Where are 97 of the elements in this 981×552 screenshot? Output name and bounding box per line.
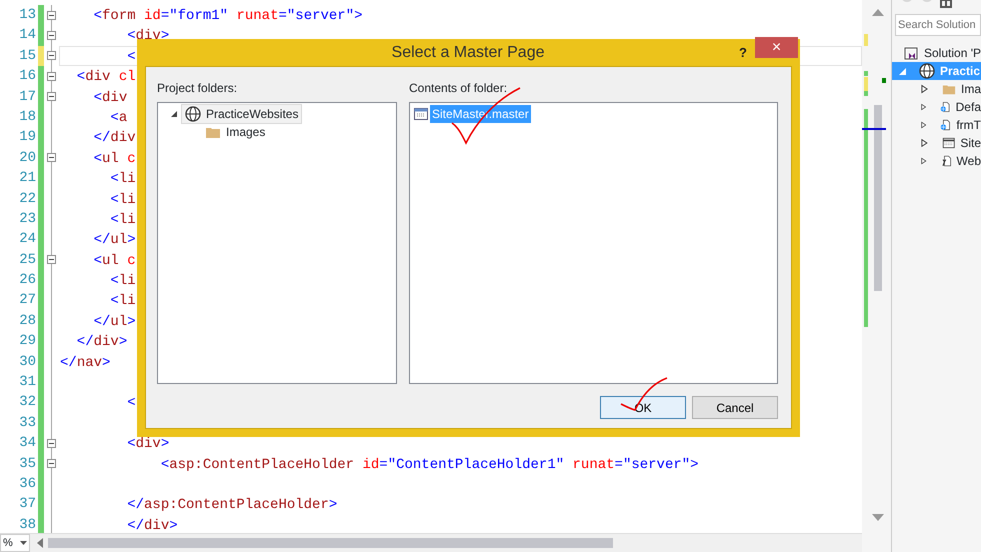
collapse-icon[interactable] [171,111,177,117]
line-number: 34 [18,434,36,454]
fold-icon[interactable] [46,51,56,60]
globe-icon [185,106,201,122]
tree-item[interactable]: Web [892,152,981,170]
expand-icon[interactable] [921,120,926,130]
globe-icon [919,63,935,79]
tree-item[interactable]: Ima [892,80,981,98]
code-line: <ul c [92,252,136,269]
line-number: 21 [18,169,36,188]
line-number: 32 [18,393,36,412]
code-line: </ul> [92,232,136,248]
error-marker [882,78,886,83]
tree-item[interactable]: Images [201,123,270,141]
wrench-page-icon [940,153,952,169]
line-number: 18 [18,108,36,127]
code-line: <li [109,192,136,208]
tree-item[interactable]: PracticeWebsites [181,104,302,124]
line-number: 17 [18,88,36,107]
line-number: 26 [18,271,36,290]
close-button[interactable]: × [755,37,798,58]
master-page-icon [414,108,428,120]
code-line: < [126,48,136,65]
fold-icon[interactable] [46,438,56,448]
line-number: 25 [18,250,36,270]
scroll-down-icon[interactable] [872,514,884,522]
line-number: 38 [18,516,36,533]
line-number: 15 [18,46,36,66]
caret-position-marker [862,128,886,130]
expand-icon[interactable] [921,84,928,94]
code-line: <li [109,212,136,228]
fold-icon[interactable] [46,72,56,81]
change-marker [864,34,868,46]
line-number: 16 [18,67,36,86]
code-line: <li [109,293,136,310]
code-line: <li [109,171,136,188]
line-number: 22 [18,190,36,209]
web-page-icon [940,99,951,115]
caret-icon [20,541,27,545]
code-line: </div> [126,518,178,533]
line-number: 31 [18,373,36,392]
code-line: </div [92,130,136,146]
code-line: <asp:ContentPlaceHolder id="ContentPlaceHolder1" runat="server"> [160,456,699,473]
scroll-left-icon[interactable] [36,538,44,548]
code-line: <div> [126,436,170,452]
code-line: <div> [126,28,170,44]
line-number: 28 [18,312,36,331]
line-number: 24 [18,230,36,250]
field-label: Contents of folder: [409,80,508,97]
expand-icon[interactable] [921,102,926,112]
search-field[interactable]: Search Solution [895,14,981,36]
line-number: 13 [18,6,36,25]
field-label: Project folders: [157,80,238,97]
web-page-icon [940,117,952,133]
code-line: </asp:ContentPlaceHolder> [126,497,338,514]
tree-item[interactable]: Solution 'P [892,44,981,62]
fold-icon[interactable] [46,153,56,162]
line-number: 19 [18,128,36,148]
expand-icon[interactable] [921,138,928,148]
help-button[interactable]: ? [731,42,755,62]
horizontal-scrollbar[interactable] [48,538,613,548]
line-number: 14 [18,26,36,46]
tree-item[interactable]: Site [892,134,981,152]
zoom-dropdown[interactable]: % [0,534,30,552]
line-number: 35 [18,454,36,474]
code-line: <form id="form1" runat="server"> [92,8,363,24]
line-number: 27 [18,291,36,310]
fold-icon[interactable] [46,31,56,40]
scroll-up-icon[interactable] [872,8,884,16]
fold-icon[interactable] [46,92,56,102]
fold-icon[interactable] [46,255,56,264]
tree-item[interactable]: frmT [892,116,981,134]
line-number: 33 [18,414,36,433]
expand-icon[interactable] [921,156,927,166]
solution-icon [903,45,919,61]
code-line: <li [109,273,136,290]
code-line: </nav> [60,354,110,371]
line-number: 20 [18,148,36,168]
line-number: 23 [18,210,36,229]
line-number: 29 [18,332,36,352]
code-line: < [126,395,136,412]
code-line: <ul c [92,150,136,167]
code-line: <a [109,110,128,126]
fold-icon[interactable] [46,459,56,468]
dialog-title: Select a Master Page [390,42,546,62]
line-number: 30 [18,352,36,372]
cancel-button[interactable]: Cancel [692,396,778,419]
line-number: 37 [18,495,36,514]
tree-item[interactable]: Defa [892,98,981,116]
code-line: <div [92,90,128,106]
fold-icon[interactable] [46,10,56,20]
code-line: </ul> [92,314,136,330]
code-line: <div cl [76,69,136,86]
line-number: 36 [18,474,36,494]
scrollbar-thumb[interactable] [874,105,882,291]
window-icon [942,135,956,151]
code-line: </div> [76,334,128,350]
